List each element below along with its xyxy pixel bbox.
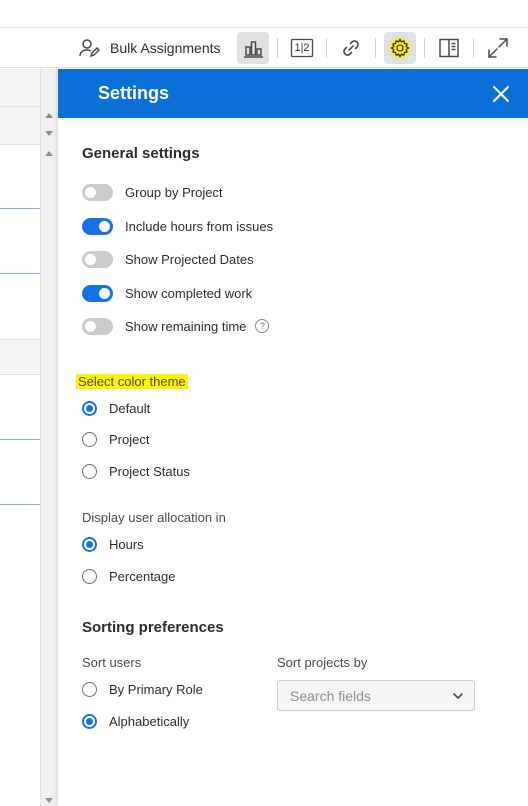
scroll-up-icon[interactable] bbox=[45, 151, 53, 156]
toggle-switch[interactable] bbox=[82, 183, 113, 201]
toggle-label: Group by Project bbox=[125, 184, 223, 200]
radio-theme-default[interactable]: Default bbox=[82, 398, 150, 418]
top-bar bbox=[0, 0, 528, 28]
row-divider bbox=[0, 439, 40, 440]
side-panel-icon bbox=[439, 38, 459, 58]
search-fields-placeholder: Search fields bbox=[290, 688, 371, 704]
toggle-show-completed-work[interactable]: Show completed work bbox=[82, 283, 252, 303]
general-settings-title: General settings bbox=[82, 145, 200, 162]
color-theme-label-text: Select color theme bbox=[76, 374, 188, 389]
radio-sort-by-primary-role[interactable]: By Primary Role bbox=[82, 679, 203, 699]
toolbar-divider bbox=[473, 38, 474, 58]
radio-allocation-hours[interactable]: Hours bbox=[82, 534, 144, 554]
scroll-down-icon[interactable] bbox=[45, 798, 53, 803]
link-button[interactable] bbox=[335, 32, 367, 64]
toolbar-divider bbox=[375, 38, 376, 58]
radio-label: By Primary Role bbox=[109, 681, 203, 697]
toolbar-divider bbox=[277, 38, 278, 58]
radio-theme-project[interactable]: Project bbox=[82, 429, 149, 449]
radio-label: Project bbox=[109, 431, 150, 447]
toggle-group-by-project[interactable]: Group by Project bbox=[82, 182, 223, 202]
toggle-label: Show completed work bbox=[125, 285, 253, 301]
toggle-label: Show remaining time bbox=[125, 318, 247, 334]
radio-button[interactable] bbox=[82, 400, 97, 416]
scroll-down-icon[interactable] bbox=[45, 131, 53, 136]
panel-title: Settings bbox=[98, 83, 170, 103]
row-divider bbox=[0, 208, 40, 209]
radio-label: Alphabetically bbox=[109, 713, 190, 729]
timeline-pane bbox=[0, 69, 58, 806]
link-icon bbox=[343, 40, 359, 56]
split-view-label: 1|2 bbox=[294, 42, 310, 54]
toggle-label: Include hours from issues bbox=[125, 218, 274, 234]
radio-button[interactable] bbox=[82, 713, 97, 729]
expand-button[interactable] bbox=[482, 32, 514, 64]
color-theme-label: Select color theme bbox=[76, 374, 188, 389]
allocation-label: Display user allocation in bbox=[82, 510, 226, 525]
settings-button[interactable] bbox=[384, 32, 416, 64]
gear-icon bbox=[390, 38, 410, 58]
settings-header: Settings bbox=[58, 69, 528, 118]
side-panel-button[interactable] bbox=[433, 32, 465, 64]
radio-button[interactable] bbox=[82, 431, 97, 447]
toolbar-divider bbox=[326, 38, 327, 58]
radio-sort-alphabetically[interactable]: Alphabetically bbox=[82, 711, 189, 731]
chevron-down-icon bbox=[453, 693, 463, 699]
bulk-assignments-label: Bulk Assignments bbox=[110, 40, 221, 56]
toggle-label: Show Projected Dates bbox=[125, 251, 254, 267]
person-edit-icon bbox=[79, 39, 100, 58]
help-icon[interactable]: ? bbox=[255, 319, 270, 333]
timeline-scrollbar[interactable] bbox=[40, 69, 58, 806]
close-icon[interactable] bbox=[490, 83, 512, 105]
timeline-header-row bbox=[0, 69, 40, 107]
toggle-include-hours-from-issues[interactable]: Include hours from issues bbox=[82, 216, 273, 236]
sorting-preferences-title: Sorting preferences bbox=[82, 619, 224, 636]
timeline-header-row bbox=[0, 107, 40, 145]
sort-users-label: Sort users bbox=[82, 655, 142, 670]
radio-label: Percentage bbox=[109, 568, 176, 584]
toggle-switch[interactable] bbox=[82, 317, 113, 335]
radio-button[interactable] bbox=[82, 536, 97, 552]
toolbar: Bulk Assignments 1|2 bbox=[0, 28, 528, 68]
timeline-group-row bbox=[0, 339, 40, 375]
bulk-assignments-button[interactable]: Bulk Assignments bbox=[78, 36, 221, 60]
row-divider bbox=[0, 504, 40, 505]
bar-chart-icon bbox=[244, 41, 263, 58]
row-divider bbox=[0, 273, 40, 274]
toggle-switch[interactable] bbox=[82, 284, 113, 302]
toggle-show-remaining-time[interactable]: Show remaining time ? bbox=[82, 316, 270, 336]
radio-label: Hours bbox=[109, 536, 144, 552]
split-view-button[interactable]: 1|2 bbox=[286, 32, 318, 64]
radio-button[interactable] bbox=[82, 681, 97, 697]
settings-panel: Settings General settings Group by Proje… bbox=[58, 69, 528, 806]
sort-projects-select[interactable]: Search fields bbox=[277, 680, 475, 711]
sort-projects-label: Sort projects by bbox=[277, 655, 368, 670]
toolbar-divider bbox=[424, 38, 425, 58]
toggle-switch[interactable] bbox=[82, 250, 113, 268]
radio-button[interactable] bbox=[82, 568, 97, 584]
toggle-show-projected-dates[interactable]: Show Projected Dates bbox=[82, 249, 254, 269]
scroll-up-icon[interactable] bbox=[45, 113, 53, 118]
toggle-switch[interactable] bbox=[82, 217, 113, 235]
chart-view-button[interactable] bbox=[237, 32, 269, 64]
radio-label: Project Status bbox=[109, 463, 190, 479]
radio-theme-project-status[interactable]: Project Status bbox=[82, 461, 190, 481]
expand-icon bbox=[488, 38, 508, 58]
radio-button[interactable] bbox=[82, 463, 97, 479]
radio-allocation-percentage[interactable]: Percentage bbox=[82, 566, 176, 586]
radio-label: Default bbox=[109, 400, 151, 416]
